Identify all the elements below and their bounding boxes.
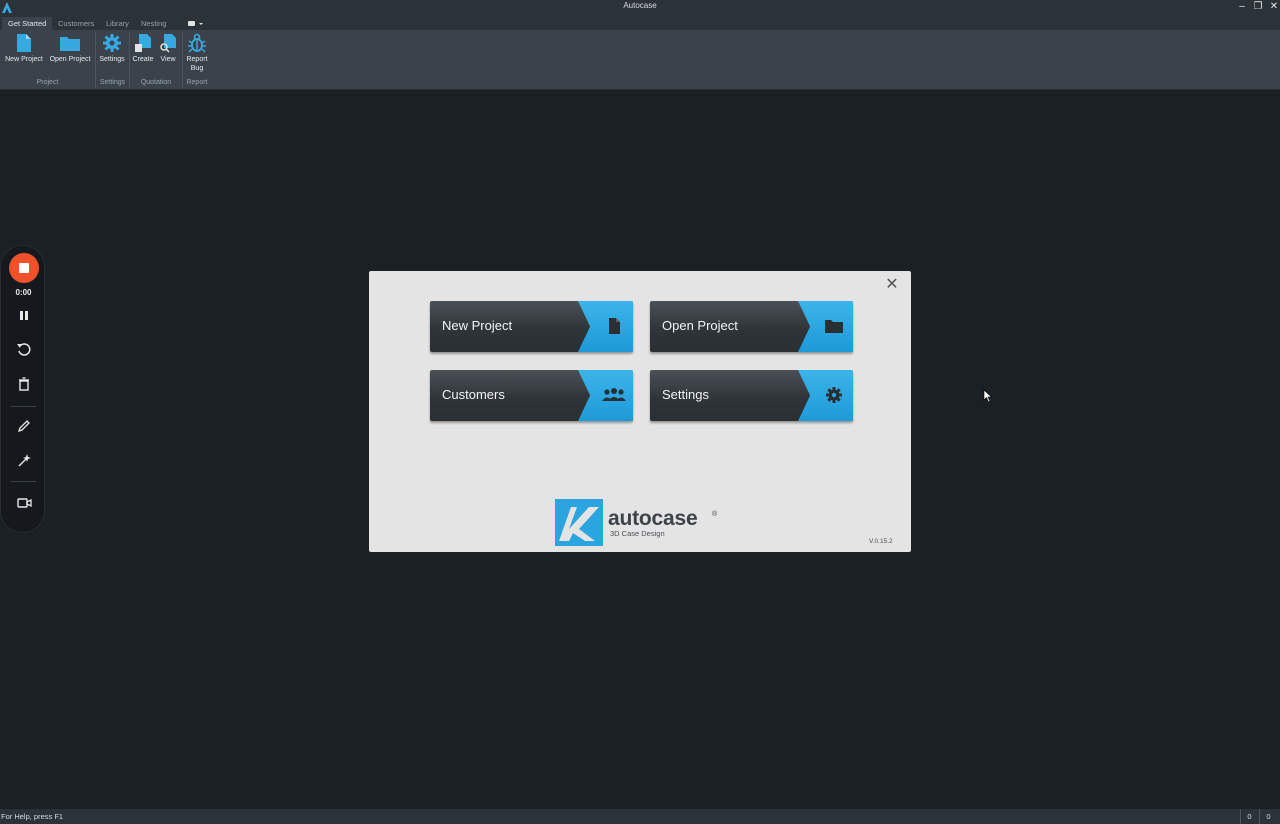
group-label-project: Project xyxy=(36,79,59,86)
close-window-button[interactable]: ✕ xyxy=(1266,0,1280,15)
pen-icon[interactable] xyxy=(14,416,34,436)
logo-tagline: 3D Case Design xyxy=(610,529,665,538)
pause-icon[interactable] xyxy=(14,306,34,326)
new-project-button-label: New Project xyxy=(442,318,513,333)
create-label: Create xyxy=(132,56,154,63)
tab-nesting[interactable]: Nesting xyxy=(135,17,172,30)
recorder-separator xyxy=(10,406,36,407)
view-quotation-button[interactable]: View xyxy=(156,32,180,64)
trash-icon[interactable] xyxy=(14,374,34,394)
new-project-ribbon-button[interactable]: New Project xyxy=(2,32,46,64)
status-pane-1: 0 xyxy=(1240,809,1258,824)
gear-icon xyxy=(826,387,842,403)
restart-icon[interactable] xyxy=(14,339,34,359)
logo-wordmark: autocase xyxy=(608,507,698,530)
title-bar: Autocase – ❐ ✕ xyxy=(0,0,1280,15)
logo-registered-mark: ® xyxy=(712,511,718,518)
group-label-settings: Settings xyxy=(99,79,126,86)
recorder-separator xyxy=(10,481,36,482)
group-label-quotation: Quotation xyxy=(140,79,172,86)
customers-button[interactable]: Customers xyxy=(430,370,633,421)
folder-icon xyxy=(60,37,80,51)
settings-ribbon-button[interactable]: Settings xyxy=(97,32,127,64)
create-document-icon xyxy=(135,34,151,52)
close-dialog-button[interactable]: ✕ xyxy=(884,277,900,294)
screen-recorder-toolbar: 0:00 xyxy=(0,245,45,533)
mouse-cursor-icon xyxy=(983,389,993,403)
customers-button-label: Customers xyxy=(442,387,505,402)
version-label: V.0.15.2 xyxy=(869,538,893,545)
report-bug-label: Report Bug xyxy=(186,56,208,72)
status-pane-2: 0 xyxy=(1259,809,1277,824)
create-quotation-button[interactable]: Create xyxy=(131,32,155,64)
minimize-button[interactable]: – xyxy=(1234,0,1250,15)
welcome-dialog: ✕ New Project Open Project Customers Set… xyxy=(369,271,911,552)
stop-recording-button[interactable] xyxy=(9,253,39,283)
camera-icon[interactable] xyxy=(14,493,34,513)
bug-icon xyxy=(188,33,206,53)
window-title: Autocase xyxy=(623,1,657,10)
open-project-button-label: Open Project xyxy=(662,318,738,333)
view-document-icon xyxy=(160,34,176,53)
new-file-icon xyxy=(609,318,620,334)
status-bar: For Help, press F1 0 0 xyxy=(0,809,1280,824)
restore-button[interactable]: ❐ xyxy=(1250,0,1266,15)
recording-timer: 0:00 xyxy=(15,288,32,297)
settings-button[interactable]: Settings xyxy=(650,370,853,421)
users-icon xyxy=(602,388,626,401)
report-bug-button[interactable]: Report Bug xyxy=(183,32,211,73)
open-project-label: Open Project xyxy=(49,56,91,63)
autocase-logo-icon xyxy=(555,499,603,546)
settings-button-label: Settings xyxy=(662,387,709,402)
settings-label: Settings xyxy=(99,56,125,63)
new-project-label: New Project xyxy=(5,56,43,63)
new-file-icon xyxy=(17,34,31,52)
new-project-button[interactable]: New Project xyxy=(430,301,633,352)
gear-icon xyxy=(103,34,121,52)
view-label: View xyxy=(160,56,176,63)
ribbon: New Project Open Project Settings Create xyxy=(0,30,1280,90)
tab-get-started[interactable]: Get Started xyxy=(2,17,53,30)
open-project-ribbon-button[interactable]: Open Project xyxy=(47,32,93,64)
magic-wand-icon[interactable] xyxy=(14,451,34,471)
open-project-button[interactable]: Open Project xyxy=(650,301,853,352)
tab-customers[interactable]: Customers xyxy=(52,17,100,30)
group-label-report: Report xyxy=(186,79,208,86)
tab-library[interactable]: Library xyxy=(100,17,135,30)
status-help-text: For Help, press F1 xyxy=(1,812,64,821)
folder-icon xyxy=(825,320,843,333)
camera-dropdown-icon[interactable] xyxy=(186,19,206,29)
